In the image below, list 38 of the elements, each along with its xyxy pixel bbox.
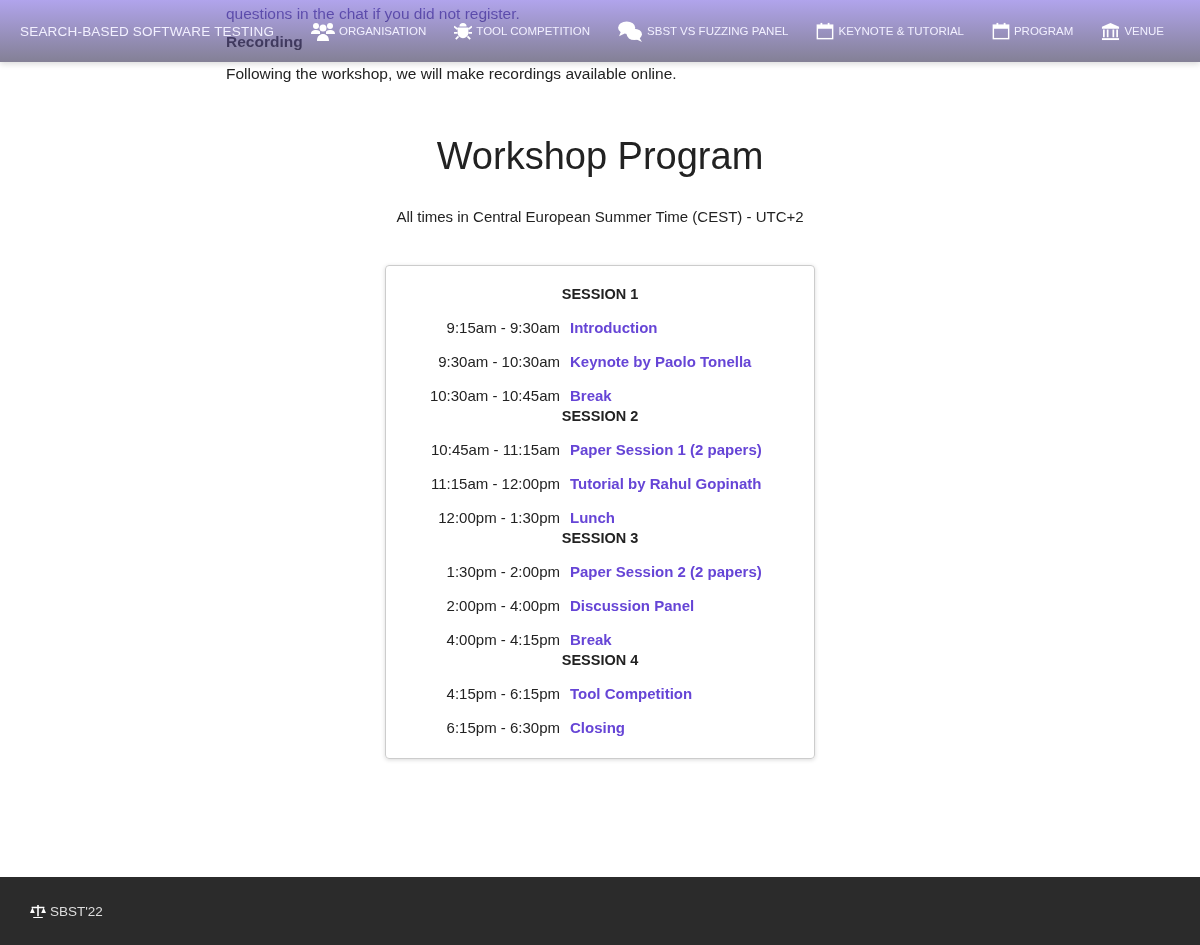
event-link[interactable]: Break: [570, 386, 612, 406]
event-link[interactable]: Introduction: [570, 318, 658, 338]
event-link[interactable]: Paper Session 1 (2 papers): [570, 440, 762, 460]
time-range: 4:00pm - 4:15pm: [445, 630, 560, 650]
body-text: Following the workshop, we will make recordings available online.: [226, 65, 678, 83]
program-title: Workshop Program: [435, 135, 765, 178]
event-link[interactable]: Tool Competition: [570, 684, 693, 704]
session-heading: SESSION 3: [560, 530, 640, 546]
session-heading: SESSION 4: [560, 652, 640, 668]
event-link[interactable]: Paper Session 2 (2 papers): [570, 562, 762, 582]
timezone-note: All times in Central European Summer Time (CEST) - UTC+2: [395, 208, 805, 225]
event-link[interactable]: Keynote by Paolo Tonella: [570, 352, 752, 372]
scale-icon: [30, 904, 46, 918]
calendar-icon: [991, 22, 1010, 40]
event-link[interactable]: Lunch: [570, 508, 615, 528]
time-range: 10:30am - 10:45am: [428, 386, 560, 406]
users-icon: [311, 21, 335, 41]
event-link[interactable]: Tutorial by Rahul Gopinath: [570, 474, 762, 494]
time-range: 4:15pm - 6:15pm: [445, 684, 560, 704]
time-range: 2:00pm - 4:00pm: [445, 596, 560, 616]
time-range: 11:15am - 12:00pm: [430, 474, 560, 494]
calendar-icon: [816, 22, 835, 40]
time-range: 9:15am - 9:30am: [445, 318, 560, 338]
time-range: 1:30pm - 2:00pm: [445, 562, 560, 582]
event-link[interactable]: Closing: [570, 718, 625, 738]
body-text: questions in the chat if you did not register.: [226, 5, 521, 23]
time-range: 10:45am - 11:15am: [430, 440, 560, 460]
comments-icon: [618, 20, 644, 42]
session-heading: SESSION 2: [560, 408, 640, 424]
event-link[interactable]: Break: [570, 630, 612, 650]
session-heading: SESSION 1: [560, 286, 640, 302]
footer-text: SBST'22: [50, 903, 103, 919]
time-range: 9:30am - 10:30am: [437, 352, 560, 372]
time-range: 6:15pm - 6:30pm: [445, 718, 560, 738]
time-range: 12:00pm - 1:30pm: [437, 508, 560, 528]
event-link[interactable]: Discussion Panel: [570, 596, 695, 616]
bug-icon: [454, 22, 473, 40]
bank-icon: [1101, 21, 1121, 41]
